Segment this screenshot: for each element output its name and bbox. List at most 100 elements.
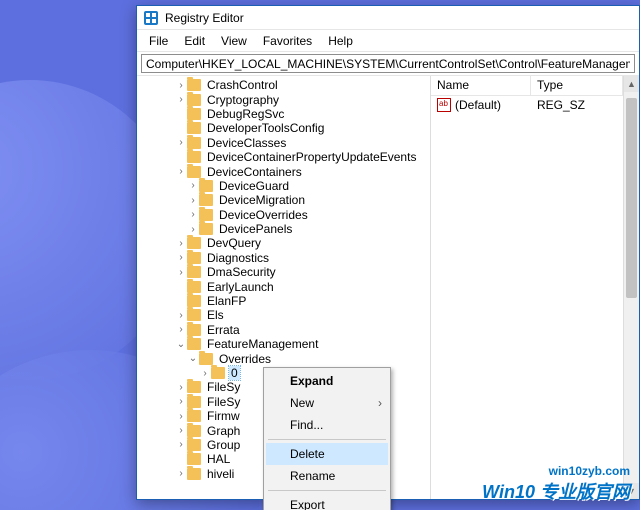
folder-icon bbox=[187, 324, 201, 336]
tree-item-label: DeveloperToolsConfig bbox=[205, 121, 326, 135]
tree-item[interactable]: ⌄ Overrides bbox=[139, 351, 430, 365]
app-icon bbox=[143, 10, 159, 26]
tree-item[interactable]: DeviceContainerPropertyUpdateEvents bbox=[139, 150, 430, 164]
folder-icon bbox=[187, 281, 201, 293]
value-type: REG_SZ bbox=[531, 98, 591, 112]
tree-item[interactable]: ›CrashControl bbox=[139, 78, 430, 92]
tree-item-label: DebugRegSvc bbox=[205, 107, 286, 121]
tree-item[interactable]: › Els bbox=[139, 308, 430, 322]
expand-icon[interactable]: › bbox=[175, 396, 187, 407]
tree-item[interactable]: ›DevicePanels bbox=[139, 222, 430, 236]
tree-item[interactable]: › Cryptography bbox=[139, 92, 430, 106]
tree-item-label: DeviceOverrides bbox=[217, 208, 310, 222]
tree-item[interactable]: ›DeviceGuard bbox=[139, 179, 430, 193]
tree-item[interactable]: › DevQuery bbox=[139, 236, 430, 250]
tree-item[interactable]: ElanFP bbox=[139, 294, 430, 308]
tree-item-label: DeviceContainers bbox=[205, 165, 304, 179]
expand-icon[interactable]: › bbox=[175, 94, 187, 105]
folder-icon bbox=[187, 237, 201, 249]
folder-icon bbox=[187, 94, 201, 106]
col-name[interactable]: Name bbox=[431, 76, 531, 95]
scroll-thumb[interactable] bbox=[626, 98, 637, 298]
menu-view[interactable]: View bbox=[213, 32, 255, 50]
tree-item[interactable]: EarlyLaunch bbox=[139, 279, 430, 293]
col-type[interactable]: Type bbox=[531, 76, 623, 95]
address-input[interactable] bbox=[141, 54, 635, 73]
expand-icon[interactable]: › bbox=[175, 439, 187, 450]
scroll-down-button[interactable]: ▼ bbox=[624, 483, 639, 499]
expand-icon[interactable]: › bbox=[175, 267, 187, 278]
tree-item-label: hiveli bbox=[205, 467, 236, 481]
string-value-icon bbox=[437, 98, 451, 112]
ctx-separator bbox=[268, 439, 386, 440]
tree-item-label: DmaSecurity bbox=[205, 265, 278, 279]
expand-icon[interactable]: › bbox=[187, 180, 199, 191]
expand-icon[interactable]: › bbox=[175, 252, 187, 263]
expand-icon[interactable]: › bbox=[175, 137, 187, 148]
expand-icon[interactable]: › bbox=[187, 209, 199, 220]
expand-icon[interactable]: › bbox=[175, 382, 187, 393]
ctx-new[interactable]: New bbox=[266, 392, 388, 414]
menu-favorites[interactable]: Favorites bbox=[255, 32, 320, 50]
tree-item-label: Els bbox=[205, 308, 226, 322]
tree-item[interactable]: DeveloperToolsConfig bbox=[139, 121, 430, 135]
tree-item-label: Cryptography bbox=[205, 93, 281, 107]
folder-icon bbox=[187, 425, 201, 437]
menu-help[interactable]: Help bbox=[320, 32, 361, 50]
ctx-rename[interactable]: Rename bbox=[266, 465, 388, 487]
tree-item[interactable]: › DeviceOverrides bbox=[139, 208, 430, 222]
tree-item-label: 0 bbox=[229, 366, 240, 380]
expand-icon[interactable]: › bbox=[175, 238, 187, 249]
expand-icon[interactable]: › bbox=[175, 324, 187, 335]
ctx-expand[interactable]: Expand bbox=[266, 370, 388, 392]
menu-edit[interactable]: Edit bbox=[176, 32, 213, 50]
folder-icon bbox=[187, 468, 201, 480]
menu-file[interactable]: File bbox=[141, 32, 176, 50]
value-name: (Default) bbox=[455, 98, 501, 112]
tree-item[interactable]: ›DeviceMigration bbox=[139, 193, 430, 207]
ctx-delete[interactable]: Delete bbox=[266, 443, 388, 465]
scroll-up-button[interactable]: ▲ bbox=[624, 76, 639, 92]
folder-icon bbox=[187, 151, 201, 163]
tree-item-label: DeviceClasses bbox=[205, 136, 288, 150]
expand-icon[interactable]: › bbox=[175, 166, 187, 177]
expand-icon[interactable]: › bbox=[187, 224, 199, 235]
tree-item-label: FeatureManagement bbox=[205, 337, 320, 351]
tree-item-label: FileSy bbox=[205, 395, 242, 409]
tree-item[interactable]: › DmaSecurity bbox=[139, 265, 430, 279]
expand-icon[interactable]: › bbox=[175, 468, 187, 479]
ctx-export[interactable]: Export bbox=[266, 494, 388, 510]
folder-icon bbox=[187, 108, 201, 120]
tree-item[interactable]: DebugRegSvc bbox=[139, 107, 430, 121]
tree-item-label: Firmw bbox=[205, 409, 242, 423]
folder-icon bbox=[187, 381, 201, 393]
tree-item-label: FileSy bbox=[205, 380, 242, 394]
expand-icon[interactable]: › bbox=[175, 80, 187, 91]
collapse-icon[interactable]: ⌄ bbox=[187, 353, 199, 364]
ctx-separator bbox=[268, 490, 386, 491]
vertical-scrollbar[interactable]: ▲ ▼ bbox=[623, 76, 639, 499]
expand-icon[interactable]: › bbox=[199, 368, 211, 379]
folder-icon bbox=[199, 353, 213, 365]
expand-icon[interactable]: › bbox=[175, 425, 187, 436]
collapse-icon[interactable]: ⌄ bbox=[175, 339, 187, 350]
tree-item[interactable]: ⌄ FeatureManagement bbox=[139, 337, 430, 351]
value-row[interactable]: (Default) REG_SZ bbox=[431, 96, 623, 114]
expand-icon[interactable]: › bbox=[187, 195, 199, 206]
folder-icon bbox=[187, 295, 201, 307]
tree-item[interactable]: ›Diagnostics bbox=[139, 251, 430, 265]
tree-item-label: Overrides bbox=[217, 352, 273, 366]
context-menu: Expand New Find... Delete Rename Export … bbox=[263, 367, 391, 510]
tree-item[interactable]: ›Errata bbox=[139, 323, 430, 337]
folder-icon bbox=[187, 439, 201, 451]
expand-icon[interactable]: › bbox=[175, 411, 187, 422]
tree-item[interactable]: › DeviceContainers bbox=[139, 164, 430, 178]
tree-item[interactable]: › DeviceClasses bbox=[139, 136, 430, 150]
tree-item-label: Graph bbox=[205, 424, 242, 438]
tree-item-label: DevQuery bbox=[205, 236, 263, 250]
ctx-find[interactable]: Find... bbox=[266, 414, 388, 436]
values-header: Name Type bbox=[431, 76, 623, 96]
folder-icon bbox=[199, 194, 213, 206]
folder-icon bbox=[199, 180, 213, 192]
expand-icon[interactable]: › bbox=[175, 310, 187, 321]
